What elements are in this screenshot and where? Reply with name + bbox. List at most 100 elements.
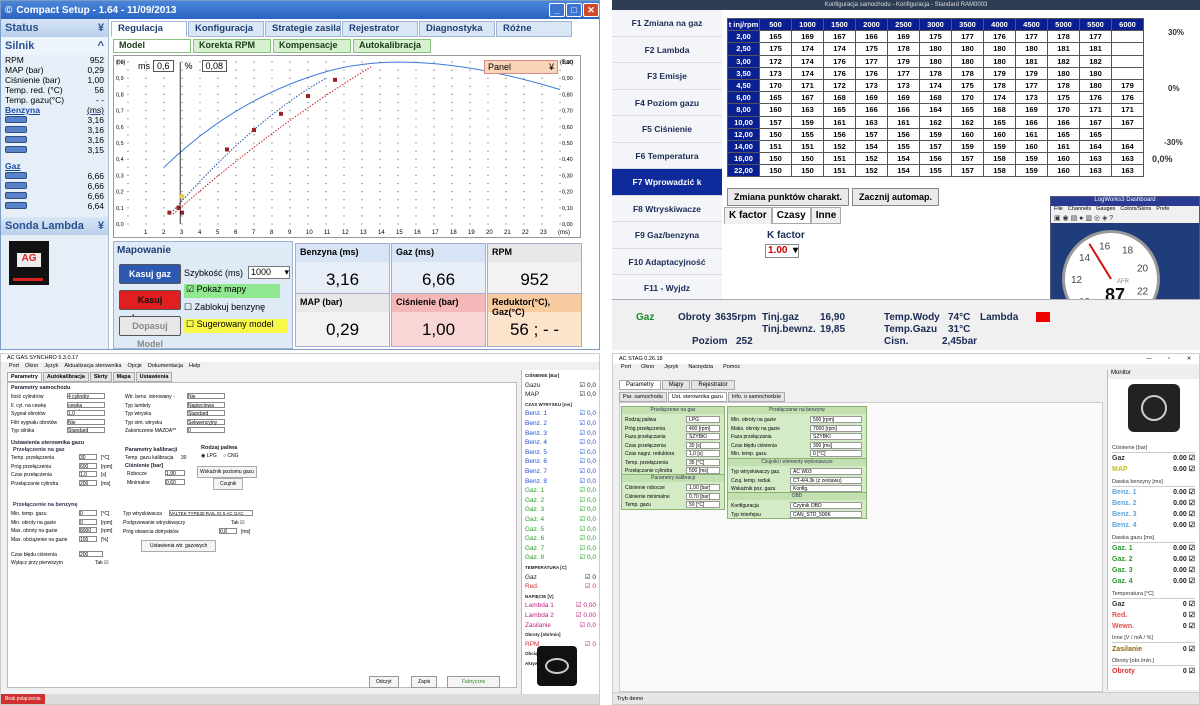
robocze-input[interactable]: 1,90	[165, 470, 185, 477]
kfactor-cell[interactable]: 182	[1079, 54, 1112, 68]
kfactor-cell[interactable]: 167	[1079, 115, 1112, 129]
ms-input[interactable]: 0,6	[153, 60, 174, 72]
kfactor-cell[interactable]: 180	[1015, 42, 1048, 56]
kfactor-cell[interactable]: 168	[919, 91, 952, 105]
kfactor-cell[interactable]: 177	[1015, 30, 1048, 44]
dash-menu-item[interactable]: Prefe	[1156, 206, 1169, 214]
kfactor-cell[interactable]: 165	[983, 115, 1016, 129]
field-input[interactable]: 50 [°C]	[686, 501, 720, 508]
kfactor-cell[interactable]: 180	[951, 54, 984, 68]
close-button[interactable]: ✕	[583, 3, 599, 17]
field-input[interactable]: 200	[79, 479, 97, 487]
tab-parametry[interactable]: Parametry	[619, 380, 661, 390]
kfactor-cell[interactable]: 170	[1047, 103, 1080, 117]
kfactor-cell[interactable]: 179	[1111, 78, 1144, 93]
kfactor-cell[interactable]: 179	[983, 66, 1016, 80]
menu-item[interactable]: Port	[621, 364, 631, 373]
chevron-down-icon[interactable]: ¥	[98, 220, 104, 232]
kfactor-cell[interactable]: 180	[983, 42, 1016, 56]
tab-mapy[interactable]: Mapy	[661, 380, 691, 390]
kfactor-cell[interactable]: 159	[791, 115, 824, 129]
kfactor-cell[interactable]: 173	[1015, 91, 1048, 105]
fabryczne-button[interactable]: Fabryczne	[447, 676, 501, 688]
minimalne-input[interactable]: 0,60	[165, 479, 185, 486]
kfactor-cell[interactable]: 163	[791, 103, 824, 117]
field-input[interactable]: 30 [s]	[686, 441, 720, 449]
zmiana-punktow-button[interactable]: Zmiana punktów charakt.	[727, 188, 850, 206]
menu-item-f1[interactable]: F1 Zmiana na gaz	[612, 10, 722, 37]
kfactor-cell[interactable]	[1111, 127, 1144, 141]
kfactor-cell[interactable]: 162	[919, 115, 952, 129]
kfactor-cell[interactable]: 165	[823, 103, 856, 117]
field-input[interactable]: 0 [°C]	[810, 450, 862, 457]
maximize-button[interactable]: ▫	[1159, 354, 1179, 364]
field-input[interactable]: 100	[79, 535, 97, 543]
status-header[interactable]: Status ¥	[1, 19, 108, 37]
field-input[interactable]: 0	[187, 427, 225, 434]
kfactor-cell[interactable]: 169	[791, 30, 824, 44]
kfactor-cell[interactable]: 165	[951, 103, 984, 117]
menu-item-f6[interactable]: F6 Temperatura	[612, 143, 722, 169]
pokaz-mapy-checkbox[interactable]: ☑ Pokaż mapy	[184, 284, 280, 298]
subtab[interactable]: Ust. sterownika gazu	[667, 392, 727, 402]
kfactor-cell[interactable]: 159	[983, 139, 1016, 154]
kfactor-cell[interactable]: 177	[1015, 78, 1048, 93]
kfactor-cell[interactable]: 182	[1047, 54, 1080, 68]
kfactor-cell[interactable]: 167	[791, 91, 824, 105]
kfactor-cell[interactable]: 160	[759, 103, 792, 117]
kfactor-cell[interactable]: 161	[887, 115, 920, 129]
field-input[interactable]: Napięciowa	[187, 401, 225, 409]
kfactor-cell[interactable]: 160	[1047, 152, 1080, 166]
kfactor-cell[interactable]: 166	[855, 103, 888, 117]
field-input[interactable]: SZYBKI	[810, 433, 862, 440]
kfactor-cell[interactable]: 166	[855, 30, 888, 44]
kfactor-cell[interactable]: 175	[855, 42, 888, 56]
menu-item-f4[interactable]: F4 Poziom gazu	[612, 90, 722, 116]
kfactor-cell[interactable]: 173	[759, 66, 792, 80]
kfactor-cell[interactable]: 163	[1111, 164, 1144, 178]
kfactor-cell[interactable]: 156	[919, 152, 952, 166]
kfactor-cell[interactable]: 178	[1047, 78, 1080, 93]
kfactor-cell[interactable]: 160	[1047, 164, 1080, 178]
sonda-lambda-header[interactable]: Sonda Lambda ¥	[1, 217, 108, 235]
field-input[interactable]: 300 [ms]	[810, 441, 862, 449]
dopasuj-model-button[interactable]: Dopasuj Model	[119, 316, 181, 349]
kfactor-cell[interactable]: 168	[983, 103, 1016, 117]
menu-item-f8[interactable]: F8 Wtryskiwacze	[612, 196, 722, 222]
panel-dropdown[interactable]: Panel ¥	[484, 60, 558, 74]
kfactor-cell[interactable]: 177	[951, 30, 984, 44]
kfactor-cell[interactable]: 179	[1015, 66, 1048, 80]
kfactor-cell[interactable]: 152	[823, 139, 856, 154]
kfactor-cell[interactable]: 175	[919, 30, 952, 44]
kfactor-cell[interactable]: 176	[855, 66, 888, 80]
field-input[interactable]: SZYBKI	[686, 433, 720, 440]
kfactor-cell[interactable]: 156	[887, 127, 920, 141]
kfactor-cell[interactable]: 169	[855, 91, 888, 105]
kfactor-cell[interactable]: 152	[855, 152, 888, 166]
field-input[interactable]: 1,0 [s]	[686, 450, 720, 457]
menu-item[interactable]: Pomoc	[723, 364, 740, 373]
kfactor-cell[interactable]: 155	[919, 164, 952, 178]
menu-item-f2[interactable]: F2 Lambda	[612, 37, 722, 63]
menu-item-f9[interactable]: F9 Gaz/benzyna	[612, 222, 722, 249]
kfactor-cell[interactable]: 150	[791, 152, 824, 166]
chevron-up-icon[interactable]: ^	[98, 40, 104, 52]
kfactor-cell[interactable]: 157	[759, 115, 792, 129]
prog-otwarcia-input[interactable]: 0,8	[219, 528, 237, 535]
dash-menu-item[interactable]: Channels	[1068, 206, 1091, 214]
kfactor-cell[interactable]: 177	[855, 54, 888, 68]
field-input[interactable]: 500 [rpm]	[810, 416, 862, 423]
kfactor-cell[interactable]: 151	[791, 139, 824, 154]
kfactor-cell[interactable]: 166	[887, 103, 920, 117]
subtab-autokalibracja[interactable]: Autokalibracja	[353, 39, 431, 53]
kfactor-cell[interactable]: 174	[823, 42, 856, 56]
kfactor-cell[interactable]: 167	[823, 30, 856, 44]
field-input[interactable]: 4 cylindry	[67, 393, 105, 400]
field-input[interactable]: 0	[79, 518, 97, 526]
zablokuj-checkbox[interactable]: ☐ Zablokuj benzynę	[184, 302, 265, 313]
kasuj-gaz-button[interactable]: Kasuj gaz	[119, 264, 181, 284]
kfactor-cell[interactable]: 151	[823, 152, 856, 166]
close-button[interactable]: ✕	[1179, 354, 1199, 364]
kfactor-cell[interactable]: 163	[855, 115, 888, 129]
kfactor-cell[interactable]: 176	[823, 66, 856, 80]
